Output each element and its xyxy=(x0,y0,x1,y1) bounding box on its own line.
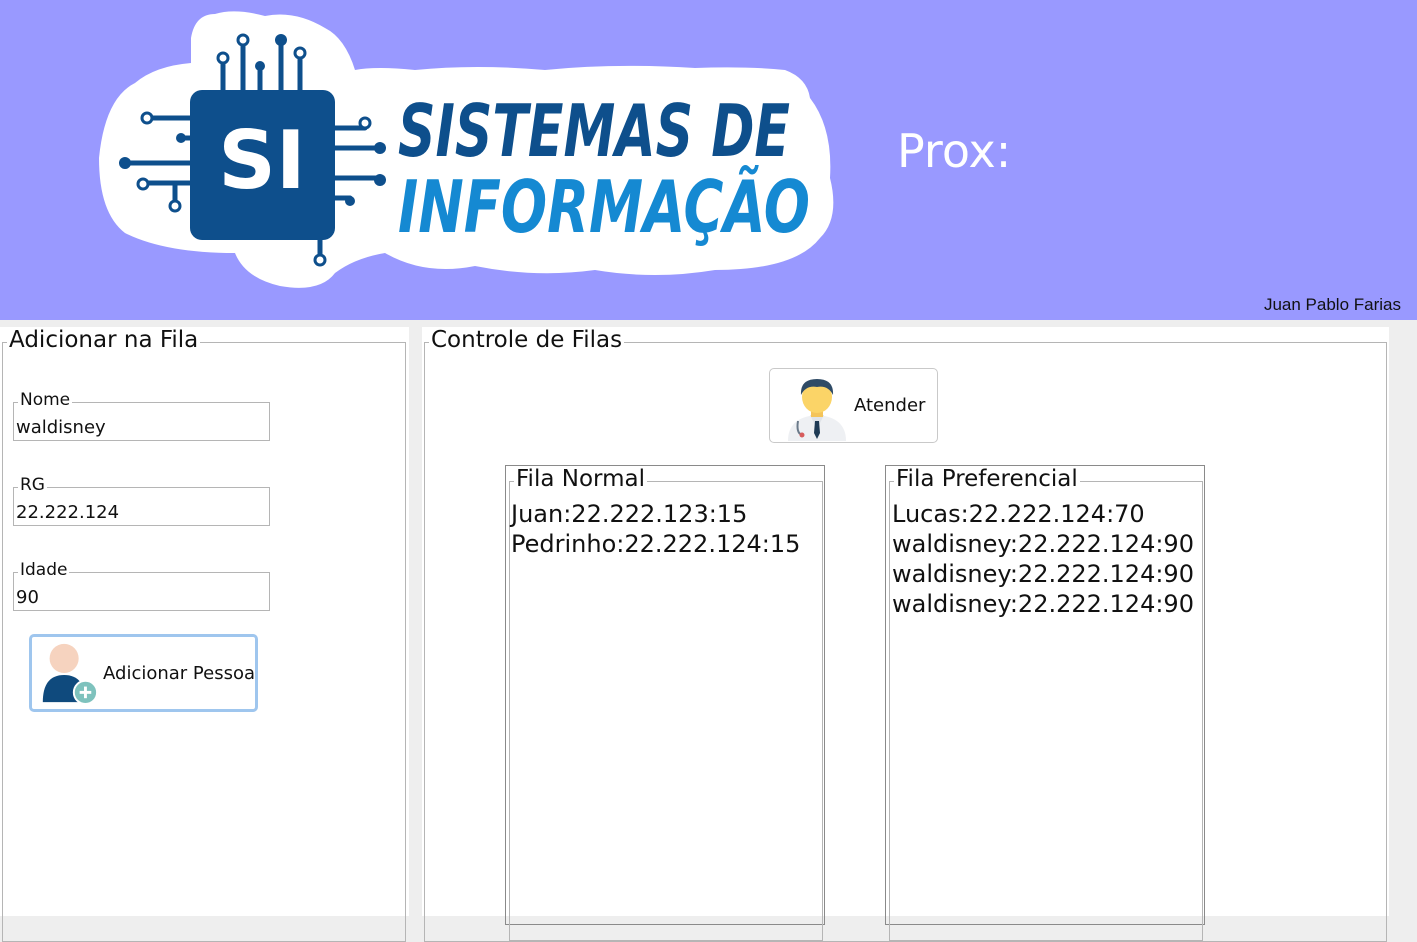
list-item: waldisney:22.222.124:90 xyxy=(892,560,1194,588)
logo-line1-text: SISTEMAS DE xyxy=(398,89,790,173)
normal-queue-title: Fila Normal xyxy=(514,466,647,492)
sistemas-de-informacao-logo: SI SISTEMAS DE INFORMAÇÃO xyxy=(99,11,834,288)
age-field-label: Idade xyxy=(18,560,70,580)
normal-queue-items: Juan:22.222.123:15 Pedrinho:22.222.124:1… xyxy=(511,499,800,559)
list-item: waldisney:22.222.124:90 xyxy=(892,530,1194,558)
age-field[interactable]: Idade 90 xyxy=(13,562,270,611)
logo-line2-text: INFORMAÇÃO xyxy=(398,165,810,249)
add-person-button-label: Adicionar Pessoa xyxy=(103,662,255,684)
add-to-queue-title: Adicionar na Fila xyxy=(7,327,201,353)
author-name: Juan Pablo Farias xyxy=(1263,295,1401,314)
add-person-button[interactable]: Adicionar Pessoa xyxy=(29,634,258,712)
list-item: Pedrinho:22.222.124:15 xyxy=(511,530,801,558)
age-input[interactable]: 90 xyxy=(16,587,39,608)
add-to-queue-panel: Adicionar na Fila Nome waldisney RG 22.2… xyxy=(0,327,409,942)
next-label: Prox: xyxy=(897,124,1012,178)
preferential-queue-items: Lucas:22.222.124:70 waldisney:22.222.124… xyxy=(892,499,1194,619)
list-item: waldisney:22.222.124:90 xyxy=(892,590,1194,618)
rg-field[interactable]: RG 22.222.124 xyxy=(13,477,270,526)
list-item: Juan:22.222.123:15 xyxy=(511,500,748,528)
header-banner: SI SISTEMAS DE INFORMAÇÃO Prox: Juan Pab… xyxy=(0,0,1417,320)
name-field[interactable]: Nome waldisney xyxy=(13,392,270,441)
normal-queue-list: Fila Normal Juan:22.222.123:15 Pedrinho:… xyxy=(505,465,825,941)
preferential-queue-list: Fila Preferencial Lucas:22.222.124:70 wa… xyxy=(885,465,1205,941)
name-field-label: Nome xyxy=(18,390,73,410)
logo-badge-text: SI xyxy=(218,114,305,207)
preferential-queue-title: Fila Preferencial xyxy=(894,466,1080,492)
rg-field-label: RG xyxy=(18,475,47,495)
add-user-icon xyxy=(42,643,99,705)
list-item: Lucas:22.222.124:70 xyxy=(892,500,1145,528)
attend-button[interactable]: Atender xyxy=(769,368,938,443)
name-input[interactable]: waldisney xyxy=(16,417,106,438)
rg-input[interactable]: 22.222.124 xyxy=(16,502,119,523)
queue-control-title: Controle de Filas xyxy=(429,327,625,353)
attend-button-label: Atender xyxy=(854,395,926,416)
doctor-icon xyxy=(788,378,846,441)
queue-control-panel: Controle de Filas Atender Fila Normal Ju… xyxy=(422,327,1389,942)
